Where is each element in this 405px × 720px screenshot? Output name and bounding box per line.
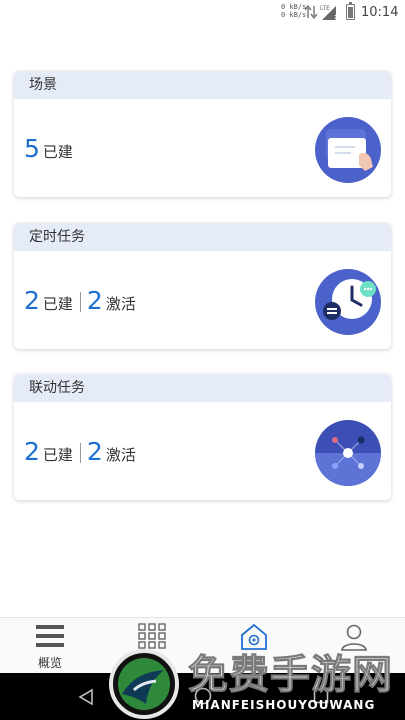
status-bar: 0 kB/s 0 kB/s LTE 10:14 (0, 0, 405, 26)
built-count: 2 (24, 437, 40, 466)
nav-label: 概览 (37, 656, 62, 670)
active-count: 2 (86, 437, 103, 466)
built-label: 已建 (42, 143, 73, 161)
divider (79, 442, 81, 463)
watermark: 免费手游网 MIANFEISHOUYOUWANG (108, 642, 405, 720)
active-label: 激活 (105, 446, 136, 464)
timer-task-stats: 2 已建 2 激活 (24, 286, 136, 315)
card-title: 定时任务 (14, 223, 391, 251)
card-title: 场景 (14, 71, 391, 99)
watermark-subtitle: MIANFEISHOUYOUWANG (192, 698, 376, 712)
linkage-network-icon (315, 420, 381, 486)
active-label: 激活 (105, 295, 136, 313)
watermark-title: 免费手游网 (188, 652, 393, 699)
linkage-task-stats: 2 已建 2 激活 (24, 437, 136, 466)
battery-icon (346, 2, 355, 20)
built-label: 已建 (42, 295, 73, 313)
signal-icon: LTE (320, 5, 340, 20)
list-icon (36, 625, 64, 647)
built-label: 已建 (42, 446, 73, 464)
card-title: 联动任务 (14, 374, 391, 402)
phone-touch-icon (315, 117, 381, 183)
scene-stats: 5 已建 (24, 134, 73, 163)
timer-task-card[interactable]: 定时任务 2 已建 2 激活 (14, 223, 391, 349)
scene-card[interactable]: 场景 5 已建 (14, 71, 391, 197)
linkage-task-card[interactable]: 联动任务 2 已建 2 激活 (14, 374, 391, 500)
active-count: 2 (86, 286, 103, 315)
svg-text:LTE: LTE (320, 5, 330, 12)
built-count: 5 (24, 134, 40, 163)
data-transfer-icon (305, 5, 317, 19)
clock-icon (315, 269, 381, 335)
status-clock: 10:14 (361, 5, 399, 20)
watermark-logo-icon (109, 649, 179, 719)
divider (79, 291, 81, 312)
back-icon[interactable] (78, 688, 94, 706)
network-speed: 0 kB/s 0 kB/s (281, 3, 307, 19)
nav-overview[interactable]: 概览 (10, 618, 90, 674)
built-count: 2 (24, 286, 40, 315)
